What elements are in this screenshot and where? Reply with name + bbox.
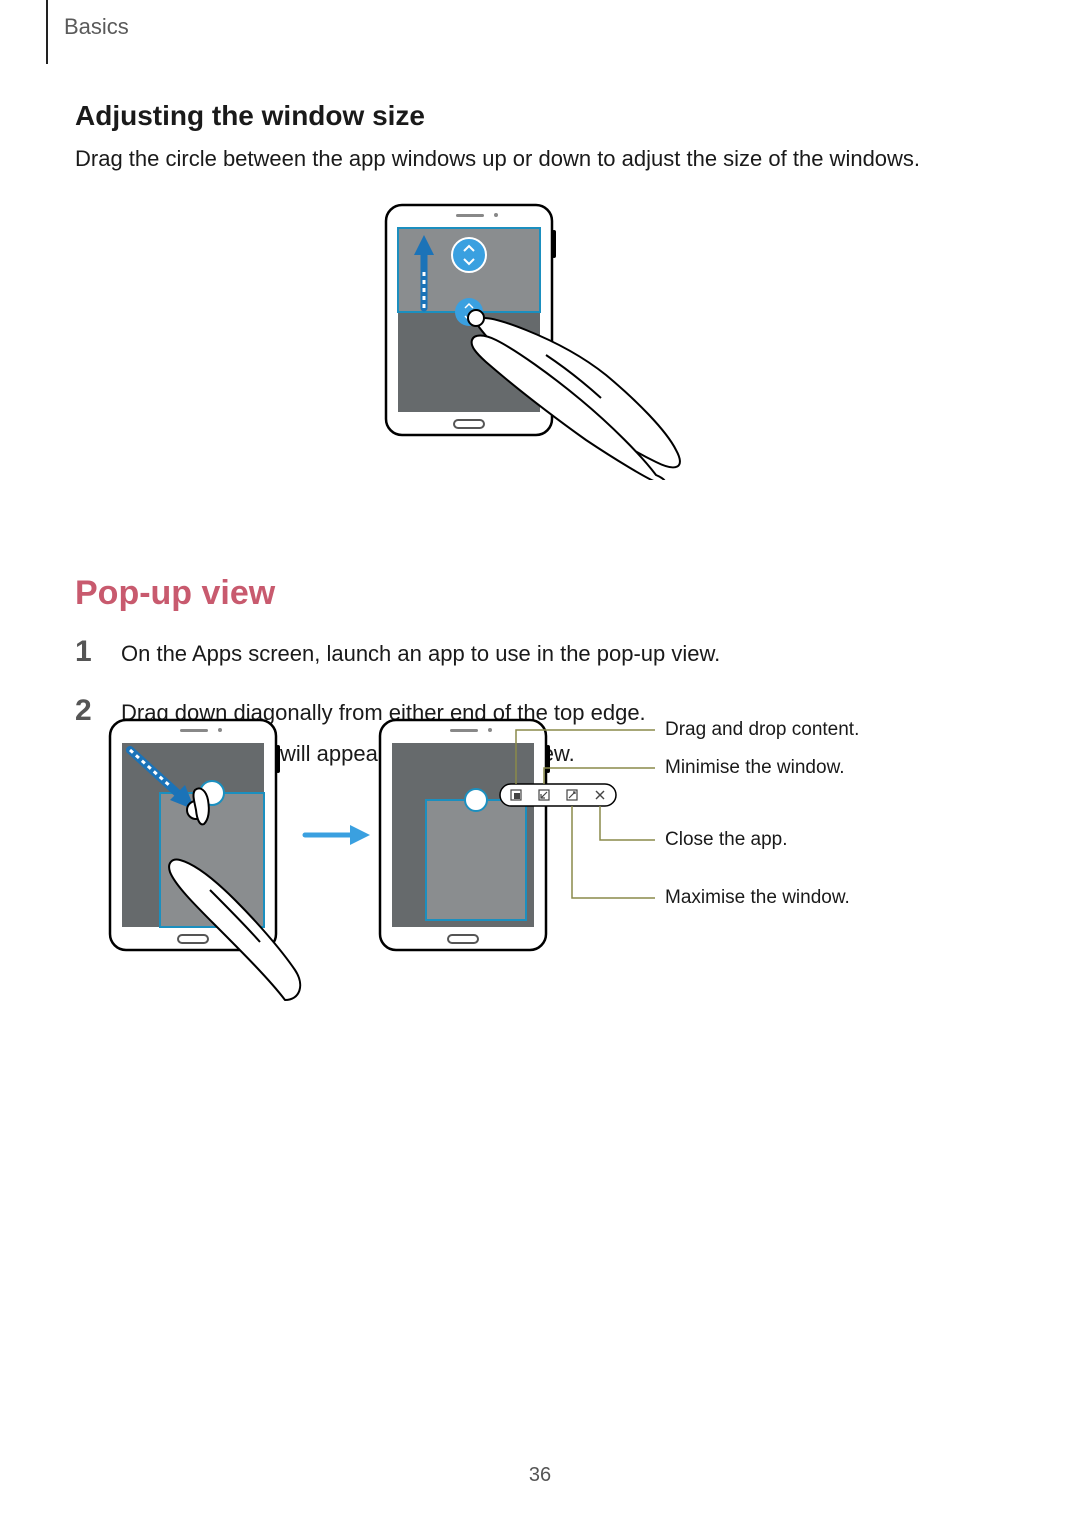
section-title-adjusting: Adjusting the window size [75,100,1005,132]
step-1: 1 On the Apps screen, launch an app to u… [75,637,1005,678]
arrow-right-icon [305,825,370,845]
step-number: 1 [75,637,103,678]
step-text: On the Apps screen, launch an app to use… [121,637,720,670]
page-number: 36 [0,1464,1080,1487]
section-desc-adjusting: Drag the circle between the app windows … [75,144,1005,174]
figure-popup-view: Drag and drop content. Minimise the wind… [100,700,1010,1020]
step-number: 2 [75,696,103,778]
callout-close: Close the app. [665,829,788,850]
section-title-popup: Pop-up view [75,574,1005,613]
callout-minimise: Minimise the window. [665,757,845,778]
figure-adjust-window [376,200,706,480]
popup-toolbar [500,784,616,806]
breadcrumb: Basics [46,0,184,64]
callout-maximise: Maximise the window. [665,887,850,908]
callout-drag: Drag and drop content. [665,719,859,740]
